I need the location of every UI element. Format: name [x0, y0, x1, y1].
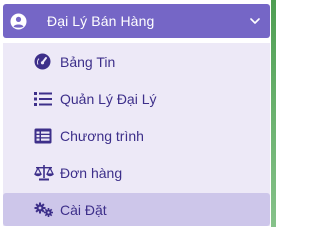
menu-item-label: Đơn hàng	[60, 164, 123, 181]
menu-item-don-hang[interactable]: Đơn hàng	[3, 154, 270, 191]
user-circle-icon	[9, 12, 27, 30]
dashboard-gauge-icon	[34, 53, 54, 71]
menu-item-cai-dat[interactable]: Cài Đặt	[3, 193, 270, 226]
scale-balance-icon	[34, 164, 54, 182]
submenu: Bảng Tin Quản Lý Đại Lý Chương trình Đơn…	[3, 43, 270, 226]
list-icon	[34, 90, 54, 108]
menu-item-label: Cài Đặt	[60, 201, 107, 218]
sidebar-panel: Đại Lý Bán Hàng Bảng Tin Quản Lý Đại Lý …	[0, 0, 276, 227]
table-list-icon	[34, 127, 54, 145]
menu-item-label: Quản Lý Đại Lý	[60, 90, 157, 107]
menu-item-quan-ly-dai-ly[interactable]: Quản Lý Đại Lý	[3, 80, 270, 117]
cogs-icon	[34, 201, 54, 219]
menu-header-dai-ly-ban-hang[interactable]: Đại Lý Bán Hàng	[3, 4, 270, 38]
background-edge	[271, 0, 276, 227]
menu-item-label: Chương trình	[60, 127, 144, 144]
chevron-down-icon[interactable]	[248, 14, 262, 28]
menu-item-chuong-trinh[interactable]: Chương trình	[3, 117, 270, 154]
menu-item-bang-tin[interactable]: Bảng Tin	[3, 43, 270, 80]
menu-header-label: Đại Lý Bán Hàng	[47, 13, 155, 29]
sidebar-menu: Đại Lý Bán Hàng Bảng Tin Quản Lý Đại Lý …	[3, 4, 270, 226]
menu-item-label: Bảng Tin	[60, 53, 116, 70]
